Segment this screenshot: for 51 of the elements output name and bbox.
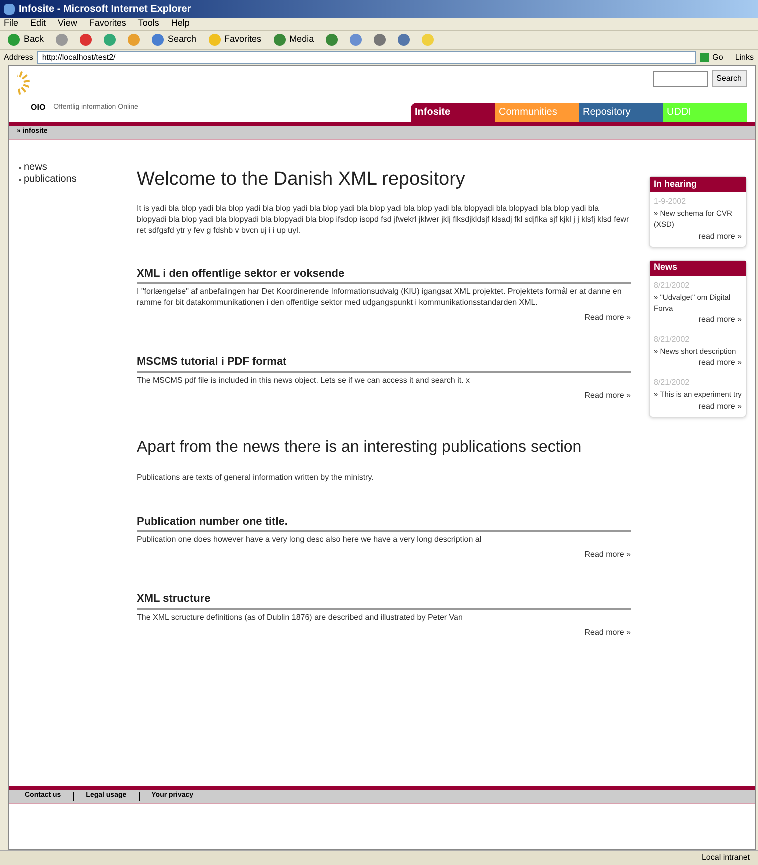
article-title: XML structure (137, 591, 631, 610)
nav-link[interactable]: news (24, 162, 48, 174)
nav-tab[interactable]: Infosite (411, 103, 495, 122)
read-more-link[interactable]: read more » (698, 400, 742, 412)
search-field[interactable] (652, 70, 708, 86)
go-button[interactable]: Go (700, 52, 724, 64)
intro-text: It is yadi bla blop yadi bla blop yadi bla blop yadi bla blop yadi bla blop yadi bla blop yadi bla blopyadi bla blopyadi bla blop yadi bla blopyadi bla blop yadi bla blopyadi bla blopyadi bla blop ifsdop isopd fsd jfwekrl jklwer jklj flksdjkldsjf klsadj fkl sdjflka sjf kjkl j j klsfj klsd fewr ret sdfgsfd ytr y fev g fdshb v bvcn uj i i up uyl. (137, 202, 630, 236)
news-date: 8/21/2002 (654, 377, 691, 390)
read-more-link[interactable]: read more » (698, 314, 742, 326)
favorites-button[interactable]: Favorites (204, 32, 266, 48)
article-title: MSCMS tutorial i PDF format (137, 354, 631, 372)
article-text: I "forlængelse" af anbefalingen har Det Koordinerende Informationsudvalg (KIU) igangsat XML projektet. Projektets formål er at danne en ramme for bit datakommunikationen i den offentlige sektor med udgangspunkt i kommunikationsstandarden XML. (137, 286, 623, 308)
ie-icon (4, 4, 15, 14)
article-text: Publication one does however have a very long desc also here we have a very long description al (137, 534, 483, 545)
nav-link[interactable]: publications (24, 174, 77, 186)
read-more-link[interactable]: Read more » (584, 626, 631, 638)
back-button[interactable]: Back (4, 32, 48, 48)
logo-abbreviation: OIO (31, 102, 46, 114)
news-date: 1-9-2002 (654, 196, 688, 208)
menu-item[interactable]: Edit (30, 17, 46, 31)
box-title: In hearing (650, 177, 746, 192)
address-field[interactable]: http://localhost/test2/ (37, 51, 696, 64)
menu-item[interactable]: View (58, 17, 78, 31)
box-title: News (650, 260, 746, 276)
news-date: 8/21/2002 (654, 334, 691, 346)
nav-tab[interactable]: Repository (579, 103, 663, 122)
read-more-link[interactable]: Read more » (584, 390, 631, 402)
article-text: The XML scructure definitions (as of Dublin 1876) are described and illustrated by Peter Van (137, 612, 464, 622)
article-text: The MSCMS pdf file is included in this news object. Lets se if we can access it and search it. x (137, 374, 472, 386)
search-button[interactable]: Search (712, 70, 747, 87)
read-more-link[interactable]: read more » (698, 357, 742, 370)
news-date: 8/21/2002 (654, 280, 691, 292)
article-title: Publication number one title. (137, 514, 631, 532)
search-button[interactable]: Search (148, 32, 201, 48)
section-intro: Publications are texts of general information written by the ministry. (137, 472, 375, 484)
window-title: Infosite - Microsoft Internet Explorer (19, 2, 192, 16)
read-more-link[interactable]: read more » (698, 230, 742, 242)
address-label: Address (4, 52, 34, 64)
article-title: XML i den offentlige sektor er voksende (137, 266, 631, 284)
page-heading: Welcome to the Danish XML repository (137, 168, 466, 192)
menu-item[interactable]: Favorites (89, 17, 126, 31)
media-button[interactable]: Media (270, 32, 318, 48)
links-label: Links (735, 52, 754, 64)
section-heading: Apart from the news there is an interesting publications section (137, 438, 583, 458)
read-more-link[interactable]: Read more » (584, 549, 631, 561)
sun-logo-icon (17, 70, 32, 95)
menu-item[interactable]: Tools (138, 17, 160, 31)
menu-item[interactable]: File (4, 17, 19, 31)
menu-item[interactable]: Help (171, 17, 190, 31)
zone-label: Local intranet (702, 852, 750, 864)
read-more-link[interactable]: Read more » (584, 312, 631, 324)
